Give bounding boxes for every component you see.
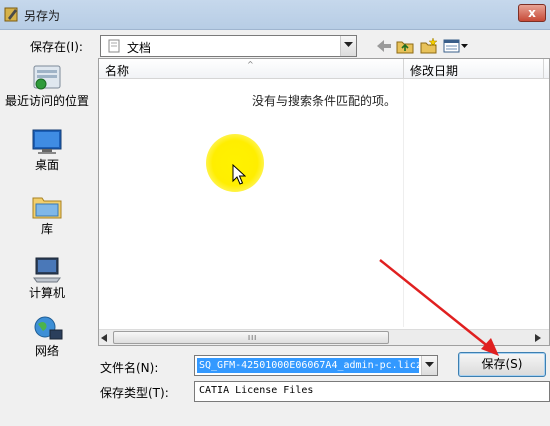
new-folder-icon[interactable] — [418, 36, 440, 56]
back-icon[interactable] — [373, 36, 395, 56]
computer-icon — [33, 257, 61, 283]
recent-places-icon — [33, 65, 61, 90]
horizontal-scrollbar[interactable]: III — [99, 329, 549, 345]
filename-value[interactable]: SQ_GFM-42501000E06067A4_admin-pc.licz — [197, 358, 419, 373]
up-folder-icon[interactable] — [394, 36, 416, 56]
filetype-label: 保存类型(T): — [100, 386, 169, 400]
column-divider[interactable] — [403, 59, 404, 79]
scroll-right-icon[interactable] — [535, 334, 542, 342]
window-title: 另存为 — [24, 9, 61, 23]
chevron-down-icon — [344, 42, 353, 47]
scroll-left-icon[interactable] — [101, 334, 108, 342]
view-menu-icon[interactable] — [442, 36, 470, 56]
place-label: 最近访问的位置 — [4, 94, 89, 108]
dropdown-arrow[interactable] — [340, 36, 356, 56]
chevron-down-icon — [425, 362, 434, 367]
network-icon — [34, 316, 63, 340]
place-label: 计算机 — [28, 286, 65, 300]
save-in-label: 保存在(I): — [30, 40, 83, 54]
column-header-name[interactable]: 名称 — [105, 62, 129, 79]
document-folder-icon — [108, 39, 120, 53]
title-bar[interactable]: 另存为 x — [0, 0, 550, 30]
libraries-icon — [32, 197, 62, 219]
save-as-dialog: 另存为 x 保存在(I): 文档 最近访问的位置 桌面 库 计算机 网络 名称 … — [0, 0, 550, 426]
places-bar: 最近访问的位置 桌面 库 计算机 网络 — [0, 58, 94, 364]
sort-up-icon: ^ — [247, 60, 254, 69]
place-computer[interactable]: 计算机 — [2, 256, 92, 301]
filetype-value: CATIA License Files — [199, 385, 314, 396]
close-button[interactable]: x — [518, 4, 546, 22]
mouse-pointer-icon — [232, 164, 246, 185]
place-label: 网络 — [34, 344, 59, 358]
column-header-row: 名称 ^ 修改日期 — [99, 59, 549, 79]
place-label: 库 — [40, 222, 53, 236]
location-dropdown[interactable]: 文档 — [100, 35, 357, 57]
desktop-icon — [32, 129, 62, 154]
filename-dropdown-arrow[interactable] — [421, 356, 437, 375]
scroll-grip: III — [248, 334, 258, 342]
filetype-select[interactable]: CATIA License Files — [194, 381, 550, 402]
scroll-thumb[interactable]: III — [113, 331, 389, 344]
save-button[interactable]: 保存(S) — [458, 352, 546, 377]
file-list[interactable]: 名称 ^ 修改日期 没有与搜索条件匹配的项。 III — [98, 58, 550, 346]
app-icon — [4, 7, 18, 22]
filename-label: 文件名(N): — [100, 361, 159, 375]
place-libraries[interactable]: 库 — [2, 192, 92, 237]
empty-list-message: 没有与搜索条件匹配的项。 — [252, 94, 397, 108]
place-desktop[interactable]: 桌面 — [2, 128, 92, 173]
location-value: 文档 — [127, 41, 152, 55]
place-recent[interactable]: 最近访问的位置 — [2, 64, 92, 109]
filename-input[interactable]: SQ_GFM-42501000E06067A4_admin-pc.licz — [194, 355, 438, 376]
column-divider[interactable] — [543, 59, 544, 79]
place-label: 桌面 — [34, 158, 59, 172]
place-network[interactable]: 网络 — [2, 314, 92, 359]
column-header-date[interactable]: 修改日期 — [410, 62, 458, 79]
column-gridline — [403, 79, 404, 327]
